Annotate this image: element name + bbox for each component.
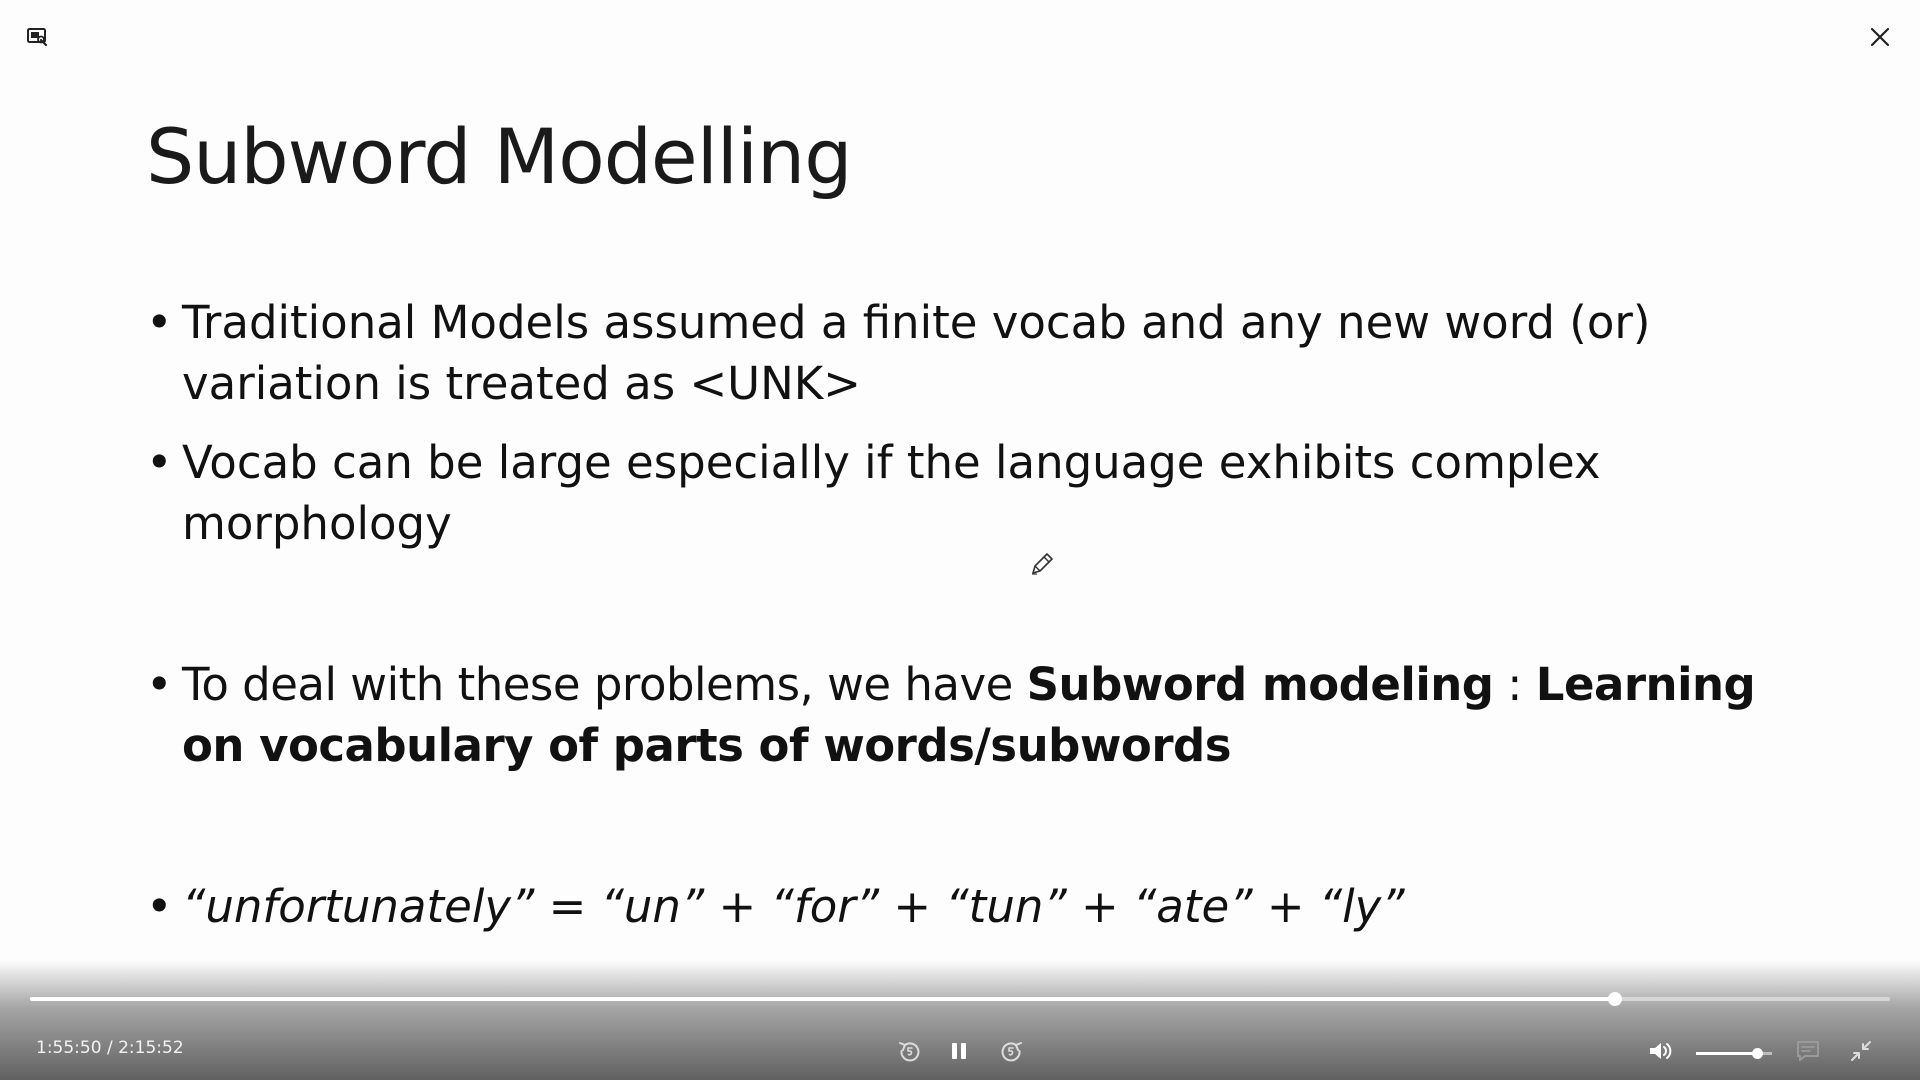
screen-info-button[interactable] bbox=[18, 20, 58, 60]
lecture-slide: Subword Modelling Traditional Models ass… bbox=[0, 0, 1920, 1080]
time-display: 1:55:50 / 2:15:52 bbox=[36, 1038, 184, 1058]
volume-fill bbox=[1696, 1052, 1757, 1055]
close-button[interactable] bbox=[1860, 19, 1900, 59]
progress-scrubber[interactable] bbox=[1607, 992, 1622, 1006]
rewind-5-icon bbox=[896, 1037, 924, 1069]
volume-handle[interactable] bbox=[1751, 1048, 1763, 1059]
bullet-example-unfortunately: “unfortunately” = “un” + “for” + “tun” +… bbox=[146, 876, 1766, 937]
current-time: 1:55:50 bbox=[36, 1038, 102, 1058]
pen-cursor-icon bbox=[1028, 550, 1056, 578]
volume-button[interactable] bbox=[1642, 1035, 1678, 1071]
forward-5-icon bbox=[997, 1037, 1025, 1069]
exit-fullscreen-icon bbox=[1848, 1038, 1874, 1068]
volume-icon bbox=[1646, 1037, 1674, 1069]
volume-slider[interactable] bbox=[1696, 1048, 1772, 1059]
rewind-5-button[interactable] bbox=[892, 1035, 928, 1071]
bullet-text: To deal with these problems, we have bbox=[182, 658, 1027, 711]
captions-icon bbox=[1794, 1037, 1822, 1069]
exit-fullscreen-button[interactable] bbox=[1843, 1035, 1879, 1071]
pause-button[interactable] bbox=[941, 1035, 977, 1071]
bullet-traditional-models: Traditional Models assumed a finite voca… bbox=[146, 292, 1766, 414]
captions-button[interactable] bbox=[1790, 1035, 1826, 1071]
bullet-subword-modeling: To deal with these problems, we have Sub… bbox=[146, 654, 1766, 776]
forward-5-button[interactable] bbox=[993, 1035, 1029, 1071]
player-control-bar: 1:55:50 / 2:15:52 bbox=[0, 960, 1920, 1080]
screen-info-icon bbox=[25, 26, 51, 54]
video-viewer: Subword Modelling Traditional Models ass… bbox=[0, 0, 1920, 1080]
pause-icon bbox=[947, 1039, 971, 1067]
close-icon bbox=[1868, 25, 1892, 53]
slide-title: Subword Modelling bbox=[146, 112, 852, 201]
bold-term-subword-modeling: Subword modeling bbox=[1026, 658, 1494, 711]
progress-bar[interactable] bbox=[30, 992, 1890, 1006]
time-separator: / bbox=[101, 1038, 119, 1058]
progress-fill bbox=[30, 997, 1615, 1001]
slide-bullet-list: Traditional Models assumed a finite voca… bbox=[146, 292, 1766, 937]
bullet-vocab-large: Vocab can be large especially if the lan… bbox=[146, 432, 1766, 554]
duration: 2:15:52 bbox=[118, 1038, 184, 1058]
bullet-separator: : bbox=[1493, 658, 1536, 711]
